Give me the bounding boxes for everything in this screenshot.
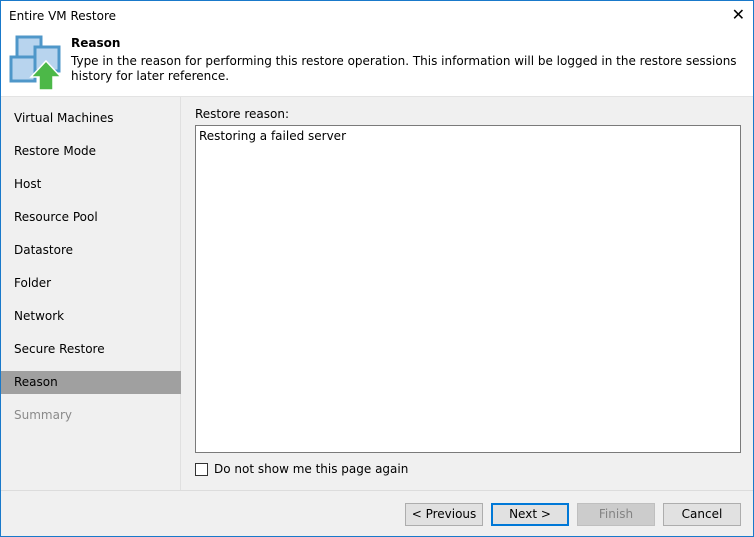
vm-restore-icon [9, 35, 63, 91]
step-resource-pool[interactable]: Resource Pool [1, 206, 181, 229]
previous-button[interactable]: < Previous [405, 503, 483, 526]
close-icon[interactable]: ✕ [732, 5, 745, 24]
page-description: Type in the reason for performing this r… [71, 54, 737, 83]
dont-show-again-label: Do not show me this page again [214, 462, 409, 476]
dont-show-again-checkbox[interactable]: Do not show me this page again [195, 462, 408, 476]
step-reason[interactable]: Reason [1, 371, 181, 394]
step-host[interactable]: Host [1, 173, 181, 196]
wizard-steps: Virtual Machines Restore Mode Host Resou… [1, 97, 181, 491]
step-folder[interactable]: Folder [1, 272, 181, 295]
next-button[interactable]: Next > [491, 503, 569, 526]
entire-vm-restore-dialog: Entire VM Restore ✕ Reason Type in the r… [0, 0, 754, 537]
window-title: Entire VM Restore [9, 9, 117, 23]
page-title: Reason [71, 36, 121, 50]
step-virtual-machines[interactable]: Virtual Machines [1, 107, 181, 130]
wizard-footer: < Previous Next > Finish Cancel [1, 490, 753, 536]
restore-reason-label: Restore reason: [195, 107, 289, 121]
step-datastore[interactable]: Datastore [1, 239, 181, 262]
cancel-button[interactable]: Cancel [663, 503, 741, 526]
step-network[interactable]: Network [1, 305, 181, 328]
restore-reason-input[interactable]: Restoring a failed server [195, 125, 741, 453]
step-restore-mode[interactable]: Restore Mode [1, 140, 181, 163]
step-summary: Summary [14, 408, 72, 422]
checkbox-box[interactable] [195, 462, 208, 476]
wizard-body: Virtual Machines Restore Mode Host Resou… [1, 96, 753, 491]
step-secure-restore[interactable]: Secure Restore [1, 338, 181, 361]
finish-button: Finish [577, 503, 655, 526]
